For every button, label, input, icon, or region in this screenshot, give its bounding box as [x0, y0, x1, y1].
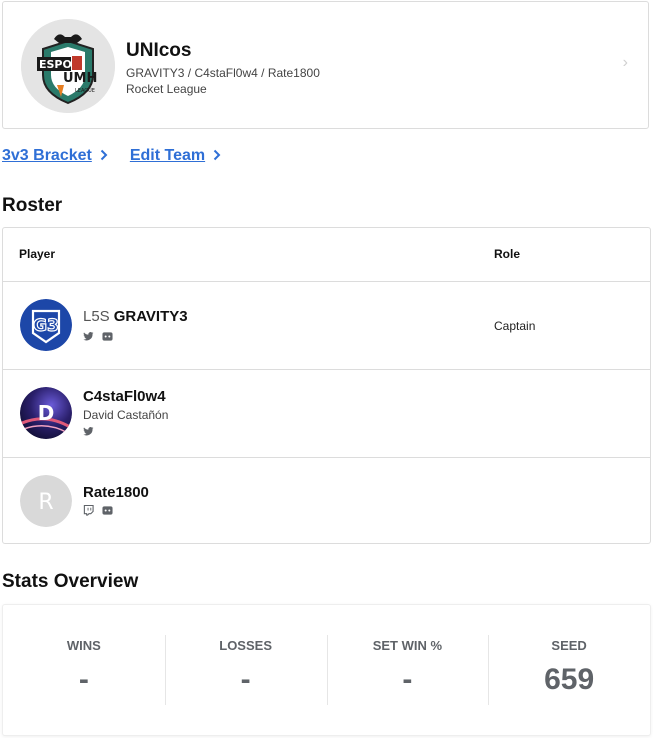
- avatar[interactable]: R: [20, 475, 72, 527]
- player-handle: Rate1800: [83, 484, 149, 501]
- player-socials: [83, 426, 94, 437]
- chevron-right-icon: [213, 148, 221, 164]
- twitter-icon[interactable]: [83, 426, 94, 437]
- player-real-name: David Castañón: [83, 408, 169, 422]
- edit-team-link-label: Edit Team: [129, 147, 206, 164]
- player-socials: [83, 505, 113, 516]
- team-members: GRAVITY3 / C4staFl0w4 / Rate1800: [126, 66, 320, 80]
- chevron-right-icon: ›: [622, 54, 628, 71]
- svg-text:UMH: UMH: [63, 71, 97, 86]
- stat-label: SEED: [551, 638, 587, 653]
- table-row[interactable]: G3 L5S GRAVITY3 Captain: [3, 282, 650, 370]
- player-name[interactable]: L5S GRAVITY3: [83, 308, 188, 325]
- discord-icon[interactable]: [102, 505, 113, 516]
- player-handle: C4staFl0w4: [83, 388, 166, 405]
- svg-text:ESPO: ESPO: [39, 58, 72, 71]
- stat-label: SET WIN %: [372, 638, 443, 653]
- player-socials: [83, 331, 113, 342]
- stat-losses: LOSSES -: [164, 605, 327, 735]
- stat-value: -: [240, 663, 251, 696]
- stat-value: -: [78, 663, 89, 696]
- bracket-link-label: 3v3 Bracket: [2, 147, 92, 164]
- twitch-icon[interactable]: [83, 505, 94, 516]
- team-card[interactable]: ESPO UMH LEAGUE UNIcos GRAVITY3 / C4staF…: [2, 1, 649, 129]
- table-row[interactable]: D C4staFl0w4 David Castañón: [3, 370, 650, 458]
- player-tag: L5S: [83, 308, 110, 325]
- stat-seed: SEED 659: [488, 605, 650, 735]
- table-row[interactable]: R Rate1800: [3, 458, 650, 545]
- stat-label: WINS: [66, 638, 101, 653]
- team-name: UNIcos: [126, 40, 192, 61]
- player-handle: GRAVITY3: [113, 308, 188, 325]
- column-role: Role: [494, 247, 521, 261]
- player-name[interactable]: Rate1800: [83, 484, 149, 501]
- avatar-initials: G3: [33, 316, 59, 336]
- player-name[interactable]: C4staFl0w4: [83, 388, 166, 405]
- roster-header: Player Role: [3, 228, 650, 282]
- roster-title: Roster: [2, 195, 63, 216]
- stat-label: LOSSES: [219, 638, 272, 653]
- stat-value: 659: [544, 663, 595, 696]
- avatar-initials: D: [38, 401, 55, 425]
- stat-set-win-pct: SET WIN % -: [326, 605, 489, 735]
- chevron-right-icon: [100, 148, 108, 164]
- avatar[interactable]: D: [20, 387, 72, 439]
- stats-overview: WINS - LOSSES - SET WIN % - SEED 659: [2, 604, 651, 736]
- stat-wins: WINS -: [3, 605, 165, 735]
- team-links: 3v3 Bracket Edit Team: [2, 147, 221, 165]
- roster-table: Player Role G3 L5S GRAVITY3 Captain D C4…: [2, 227, 651, 544]
- bracket-link[interactable]: 3v3 Bracket: [2, 147, 108, 165]
- twitter-icon[interactable]: [83, 331, 94, 342]
- player-role: Captain: [494, 319, 536, 333]
- stats-title: Stats Overview: [2, 571, 139, 592]
- stat-value: -: [402, 663, 413, 696]
- team-game: Rocket League: [126, 82, 207, 96]
- column-player: Player: [19, 247, 56, 261]
- avatar-initials: R: [38, 490, 53, 515]
- discord-icon[interactable]: [102, 331, 113, 342]
- avatar[interactable]: G3: [20, 299, 72, 351]
- team-logo: ESPO UMH LEAGUE: [21, 19, 115, 113]
- svg-text:LEAGUE: LEAGUE: [75, 88, 95, 94]
- edit-team-link[interactable]: Edit Team: [130, 147, 221, 165]
